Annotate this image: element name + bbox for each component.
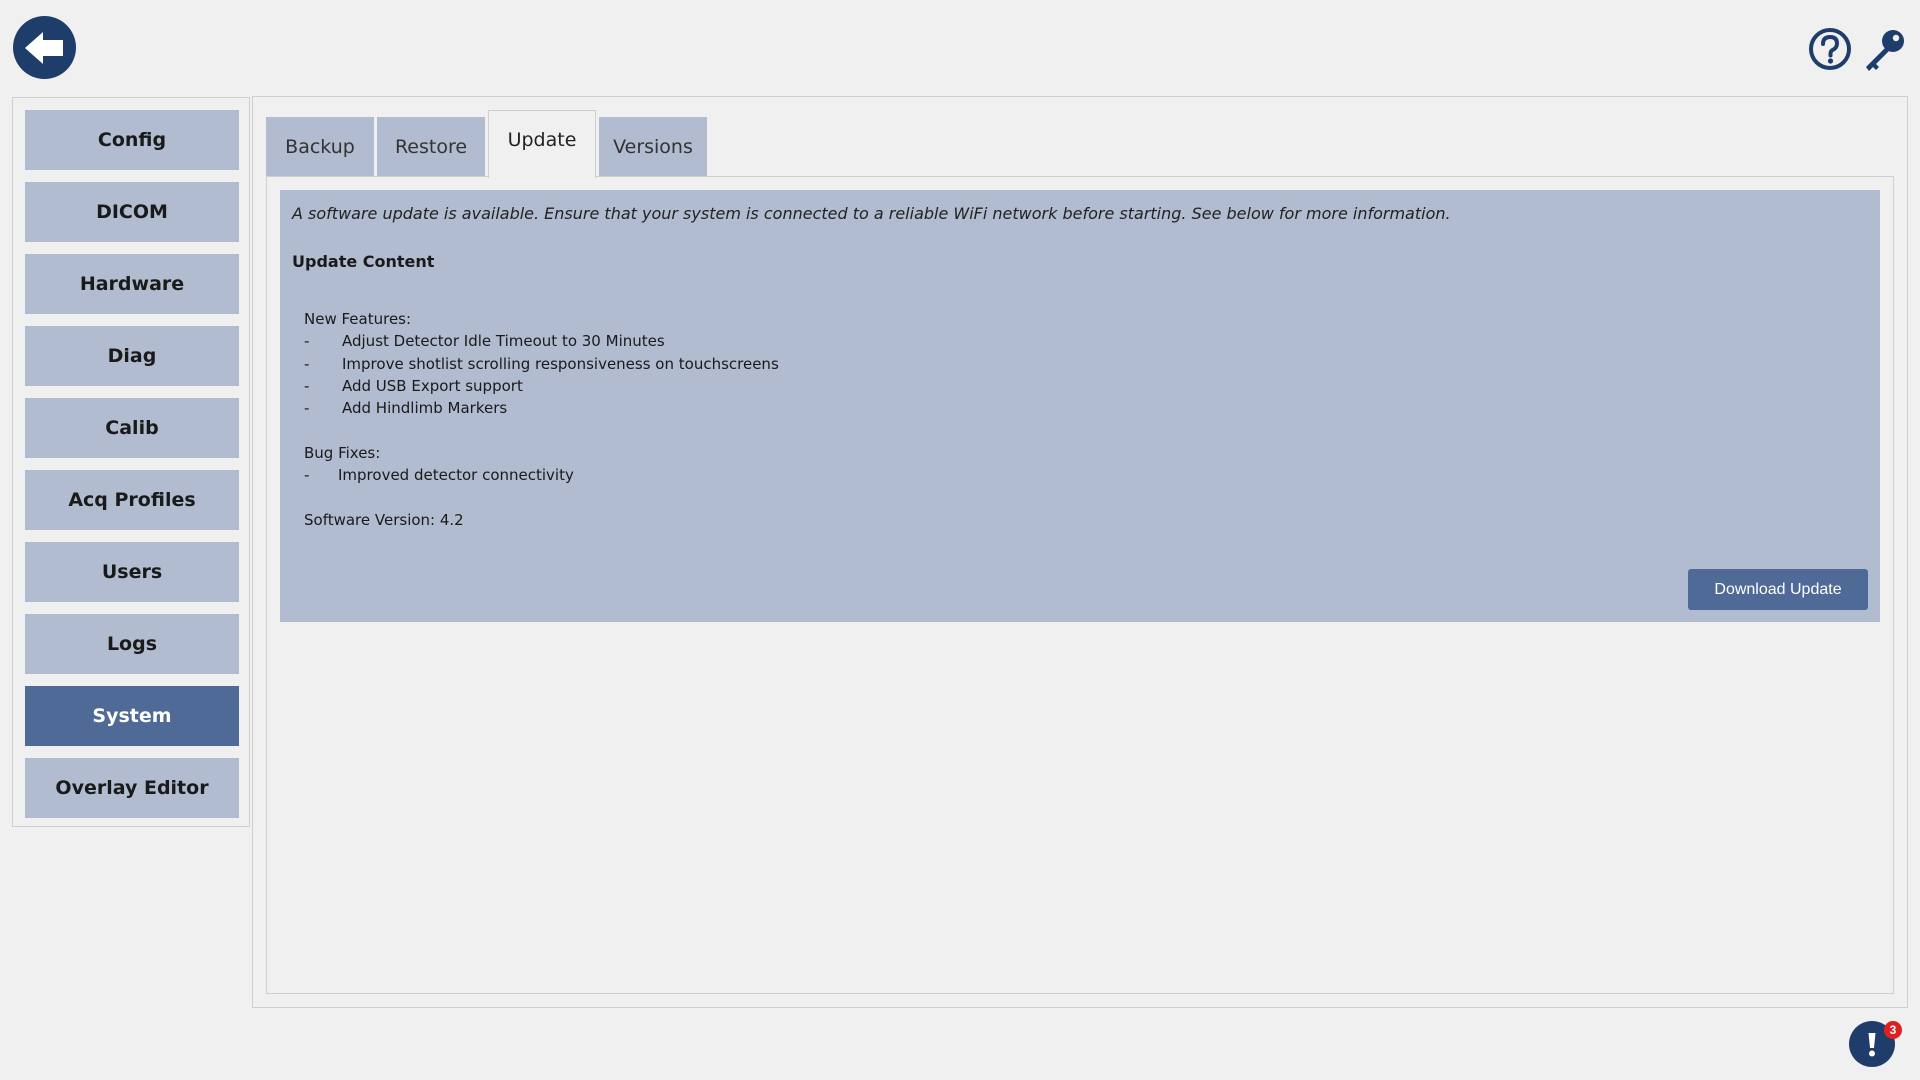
- list-item: - Improve shotlist scrolling responsiven…: [304, 353, 779, 375]
- update-notice: A software update is available. Ensure t…: [292, 204, 1451, 223]
- sidebar-item-logs[interactable]: Logs: [25, 614, 239, 674]
- list-item: - Improved detector connectivity: [304, 464, 779, 486]
- tab-versions[interactable]: Versions: [599, 117, 707, 177]
- bullet: -: [304, 376, 310, 395]
- sidebar-item-hardware[interactable]: Hardware: [25, 254, 239, 314]
- sidebar-item-acq-profiles[interactable]: Acq Profiles: [25, 470, 239, 530]
- download-update-button[interactable]: Download Update: [1688, 569, 1868, 610]
- sidebar-item-overlay-editor[interactable]: Overlay Editor: [25, 758, 239, 818]
- list-item: - Add USB Export support: [304, 375, 779, 397]
- exclamation-icon: [1868, 1033, 1876, 1057]
- question-circle-icon: [1809, 28, 1851, 70]
- bullet: -: [304, 354, 310, 373]
- update-panel: A software update is available. Ensure t…: [280, 190, 1880, 622]
- sidebar-item-diag[interactable]: Diag: [25, 326, 239, 386]
- key-button[interactable]: [1862, 27, 1908, 73]
- bug-fixes-label: Bug Fixes:: [304, 443, 381, 462]
- bullet: -: [304, 466, 310, 485]
- app-window: Config DICOM Hardware Diag Calib Acq Pro…: [0, 0, 1920, 1080]
- notification-count-badge: 3: [1884, 1021, 1902, 1039]
- feature-text: Add USB Export support: [342, 376, 523, 395]
- bullet: -: [304, 332, 310, 351]
- sidebar-item-system[interactable]: System: [25, 686, 239, 746]
- bug-fix-text: Improved detector connectivity: [338, 466, 574, 485]
- sidebar-item-users[interactable]: Users: [25, 542, 239, 602]
- key-icon: [1866, 30, 1904, 71]
- bullet: -: [304, 399, 310, 418]
- back-button[interactable]: [13, 16, 76, 79]
- tab-update[interactable]: Update: [488, 110, 596, 178]
- feature-text: Improve shotlist scrolling responsivenes…: [342, 354, 779, 373]
- list-item: - Add Hindlimb Markers: [304, 397, 779, 419]
- tab-restore[interactable]: Restore: [377, 117, 485, 177]
- update-details: New Features: - Adjust Detector Idle Tim…: [304, 308, 779, 531]
- sidebar: Config DICOM Hardware Diag Calib Acq Pro…: [12, 97, 250, 827]
- tab-backup[interactable]: Backup: [266, 117, 374, 177]
- software-version: Software Version: 4.2: [304, 510, 464, 529]
- sidebar-item-config[interactable]: Config: [25, 110, 239, 170]
- new-features-label: New Features:: [304, 310, 412, 328]
- arrow-left-icon: [24, 31, 63, 64]
- list-item: - Adjust Detector Idle Timeout to 30 Min…: [304, 330, 779, 352]
- feature-text: Adjust Detector Idle Timeout to 30 Minut…: [342, 332, 665, 351]
- sidebar-item-calib[interactable]: Calib: [25, 398, 239, 458]
- sidebar-item-dicom[interactable]: DICOM: [25, 182, 239, 242]
- help-button[interactable]: [1808, 27, 1852, 71]
- update-content-title: Update Content: [292, 252, 435, 271]
- feature-text: Add Hindlimb Markers: [342, 399, 508, 418]
